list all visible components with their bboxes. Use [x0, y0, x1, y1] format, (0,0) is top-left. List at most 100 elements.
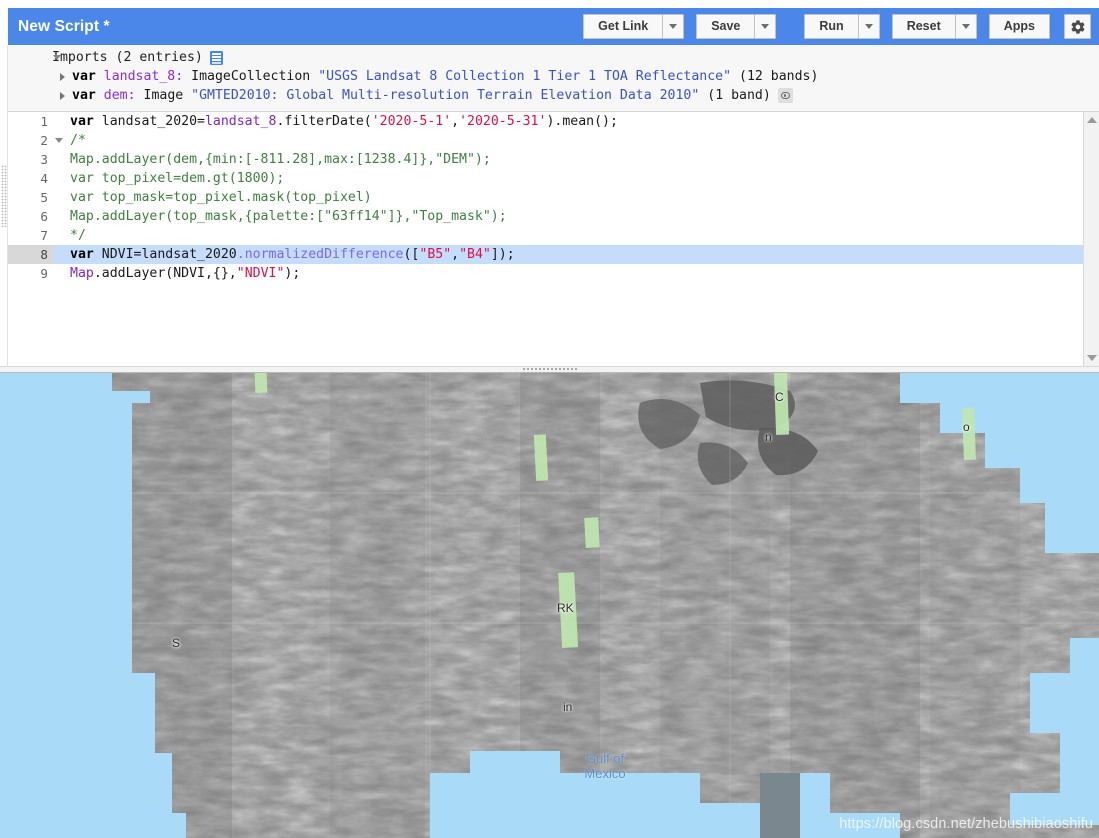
- code-line[interactable]: 6 Map.addLayer(top_mask,{palette:["63ff14…: [8, 207, 1099, 226]
- code-line-text: Map.addLayer(NDVI,{},"NDVI");: [54, 264, 1099, 283]
- code-line[interactable]: 2 /*: [8, 131, 1099, 150]
- code-line[interactable]: 4 var top_pixel=dem.gt(1800);: [8, 169, 1099, 188]
- import-entry-dem[interactable]: var dem: Image "GMTED2010: Global Multi-…: [8, 86, 1099, 105]
- code-token: .normalizedDifference: [236, 247, 404, 262]
- run-dropdown[interactable]: [857, 14, 880, 39]
- code-lines[interactable]: 1 var landsat_2020=landsat_8.filterDate('…: [8, 112, 1099, 283]
- code-token: /*: [70, 133, 86, 148]
- map-viewport[interactable]: Gulf of Mexico S RK C n o in https://blo…: [0, 373, 1099, 838]
- page-title: New Script *: [18, 17, 110, 35]
- line-number: 8: [8, 245, 54, 264]
- code-token: Map.addLayer(top_mask,{palette:["63ff14"…: [70, 209, 507, 224]
- get-link-group: Get Link: [583, 14, 685, 39]
- triangle-right-icon[interactable]: [60, 73, 65, 81]
- imports-header[interactable]: Imports (2 entries): [8, 48, 1099, 67]
- code-line-text: */: [54, 226, 1099, 245]
- imports-header-label: Imports (2 entries): [52, 50, 203, 65]
- code-line[interactable]: 3 Map.addLayer(dem,{min:[-811.28],max:[12…: [8, 150, 1099, 169]
- imports-doc-icon[interactable]: [209, 50, 223, 65]
- earth-engine-code-editor: New Script * Get Link Save Run Reset App…: [0, 0, 1099, 838]
- triangle-down-icon[interactable]: [53, 55, 61, 60]
- import-name: dem:: [103, 88, 136, 103]
- chevron-down-icon: [761, 24, 770, 29]
- code-token: Map: [70, 266, 94, 281]
- code-token: var top_mask=top_pixel.mask(top_pixel): [70, 190, 372, 205]
- gear-icon: [1070, 19, 1084, 34]
- save-group: Save: [696, 14, 777, 39]
- code-line[interactable]: 8 var NDVI=landsat_2020.normalizedDiffere…: [8, 245, 1099, 264]
- reset-group: Reset: [891, 14, 977, 39]
- chevron-down-icon: [864, 24, 873, 29]
- line-number: 6: [8, 207, 54, 226]
- code-token: ).mean();: [546, 114, 618, 129]
- map-imagery: [0, 373, 1099, 838]
- code-token: ,: [451, 247, 460, 262]
- titlebar: New Script * Get Link Save Run Reset App…: [8, 8, 1099, 45]
- import-entry-landsat-8[interactable]: var landsat_8: ImageCollection "USGS Lan…: [8, 67, 1099, 86]
- import-description: "GMTED2010: Global Multi-resolution Terr…: [191, 88, 700, 103]
- triangle-up-icon: [1087, 117, 1097, 123]
- get-link-dropdown[interactable]: [662, 14, 685, 39]
- code-line-text: var landsat_2020=landsat_8.filterDate('2…: [54, 112, 1099, 131]
- import-keyword: var: [72, 88, 96, 103]
- run-button[interactable]: Run: [804, 14, 858, 39]
- scroll-down-button[interactable]: [1084, 350, 1099, 366]
- line-number: 5: [8, 188, 54, 207]
- code-token: NDVI=landsat_2020: [101, 247, 237, 262]
- imports-panel: Imports (2 entries) var landsat_8: Image…: [8, 45, 1099, 112]
- code-token: .addLayer(NDVI,{},: [93, 266, 237, 281]
- import-description: "USGS Landsat 8 Collection 1 Tier 1 TOA …: [318, 69, 732, 84]
- code-token: '2020-5-1': [371, 114, 452, 129]
- save-button[interactable]: Save: [696, 14, 755, 39]
- code-token: ,: [451, 114, 460, 129]
- code-line-text: /*: [54, 131, 1099, 150]
- code-line-text: var top_mask=top_pixel.mask(top_pixel): [54, 188, 1099, 207]
- code-line-text: var NDVI=landsat_2020.normalizedDifferen…: [54, 245, 1099, 264]
- code-token: .filterDate(: [276, 114, 372, 129]
- get-link-button[interactable]: Get Link: [583, 14, 663, 39]
- import-bands: (12 bands): [739, 69, 819, 84]
- save-dropdown[interactable]: [754, 14, 777, 39]
- code-token: Map.addLayer(dem,{min:[-811.28],max:[123…: [70, 152, 491, 167]
- import-type: ImageCollection: [191, 69, 311, 84]
- code-line-text: Map.addLayer(top_mask,{palette:["63ff14"…: [54, 207, 1099, 226]
- code-line[interactable]: 9 Map.addLayer(NDVI,{},"NDVI");: [8, 264, 1099, 283]
- settings-button[interactable]: [1064, 14, 1091, 39]
- code-token: var top_pixel=dem.gt(1800);: [70, 171, 285, 186]
- code-token: var: [70, 247, 102, 262]
- editor-map-splitter[interactable]: [0, 366, 1099, 374]
- apps-button[interactable]: Apps: [988, 14, 1050, 39]
- code-token: );: [284, 266, 301, 281]
- editor-vertical-scrollbar[interactable]: [1083, 112, 1099, 366]
- left-panel-splitter[interactable]: [0, 45, 8, 367]
- fold-triangle-icon[interactable]: [55, 138, 63, 143]
- code-token: var: [70, 114, 102, 129]
- line-number: 3: [8, 150, 54, 169]
- code-token: "NDVI": [236, 266, 285, 281]
- splitter-grip: [1, 165, 7, 227]
- line-number: 4: [8, 169, 54, 188]
- eye-icon[interactable]: [777, 88, 793, 103]
- reset-dropdown[interactable]: [954, 14, 977, 39]
- scroll-up-button[interactable]: [1084, 112, 1099, 128]
- run-group: Run: [804, 14, 880, 39]
- code-token: '2020-5-31': [459, 114, 547, 129]
- code-line[interactable]: 7 */: [8, 226, 1099, 245]
- editor-panel: Imports (2 entries) var landsat_8: Image…: [8, 45, 1099, 367]
- code-line[interactable]: 1 var landsat_2020=landsat_8.filterDate('…: [8, 112, 1099, 131]
- reset-button[interactable]: Reset: [891, 14, 955, 39]
- chevron-down-icon: [961, 24, 970, 29]
- apps-group: Apps: [988, 14, 1050, 39]
- code-line-text: Map.addLayer(dem,{min:[-811.28],max:[123…: [54, 150, 1099, 169]
- line-number: 7: [8, 226, 54, 245]
- import-type: Image: [143, 88, 184, 103]
- triangle-right-icon[interactable]: [60, 92, 65, 100]
- code-editor[interactable]: 1 var landsat_2020=landsat_8.filterDate('…: [8, 112, 1099, 366]
- triangle-down-icon: [1087, 355, 1097, 361]
- code-token: ]);: [490, 247, 515, 262]
- code-line[interactable]: 5 var top_mask=top_pixel.mask(top_pixel): [8, 188, 1099, 207]
- code-token: "B5": [419, 247, 452, 262]
- code-token: */: [70, 228, 86, 243]
- code-line-text: var top_pixel=dem.gt(1800);: [54, 169, 1099, 188]
- code-token: landsat_2020=: [101, 114, 205, 129]
